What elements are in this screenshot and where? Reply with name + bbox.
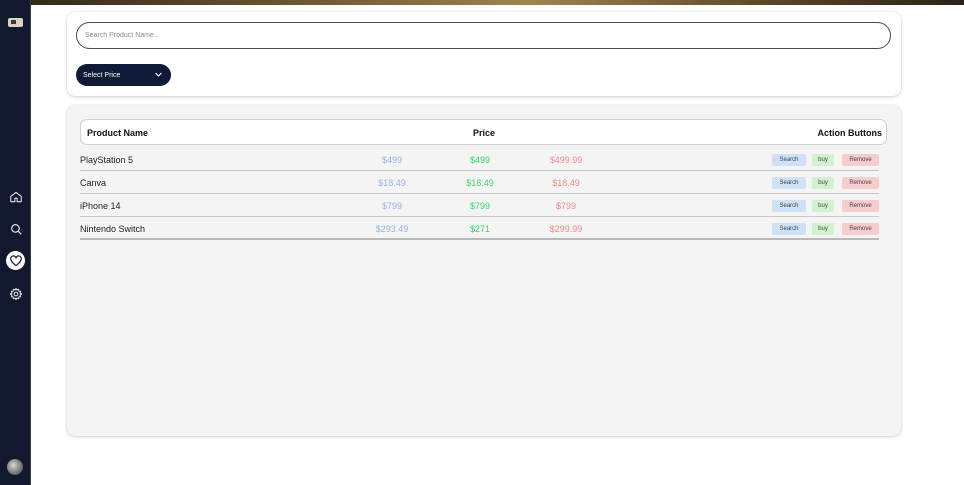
heart-icon: [9, 254, 22, 266]
products-table-panel: Product Name Price Action Buttons PlaySt…: [67, 105, 901, 436]
table-row: Nintendo Switch $293.49 $271 $299.99 Sea…: [80, 217, 879, 240]
app-logo: [8, 18, 23, 27]
buy-button[interactable]: buy: [812, 177, 834, 189]
search-button[interactable]: Search: [772, 154, 806, 166]
product-name: iPhone 14: [80, 201, 121, 211]
price-2: $499: [469, 155, 491, 165]
header-price: Price: [473, 128, 496, 138]
remove-button[interactable]: Remove: [842, 154, 879, 166]
buy-button[interactable]: buy: [812, 154, 834, 166]
search-button[interactable]: Search: [772, 177, 806, 189]
table-row: iPhone 14 $799 $799 $799 Search buy Remo…: [80, 194, 879, 217]
price-3: $799: [555, 201, 577, 211]
price-3: $18.49: [552, 178, 580, 188]
price-3: $499.99: [549, 155, 583, 165]
home-icon: [9, 191, 22, 202]
price-1: $499: [381, 155, 403, 165]
sidebar-item-settings[interactable]: [7, 285, 24, 302]
header-action-buttons: Action Buttons: [817, 128, 883, 138]
gear-icon: [9, 287, 22, 300]
search-button[interactable]: Search: [772, 200, 806, 212]
price-1: $293.49: [375, 224, 409, 234]
product-name: Canva: [80, 178, 107, 188]
search-button[interactable]: Search: [772, 223, 806, 235]
sidebar-item-search[interactable]: [7, 220, 24, 237]
remove-button[interactable]: Remove: [842, 223, 879, 235]
price-2: $18.49: [466, 178, 494, 188]
table-header: Product Name Price Action Buttons: [80, 119, 887, 145]
remove-button[interactable]: Remove: [842, 177, 879, 189]
price-2: $271: [469, 224, 491, 234]
price-1: $18.49: [378, 178, 406, 188]
sidebar-item-home[interactable]: [7, 188, 24, 205]
sidebar: [0, 0, 31, 485]
sidebar-item-favorites[interactable]: [6, 251, 25, 270]
search-panel: Select Price: [67, 12, 901, 96]
table-row: Canva $18.49 $18.49 $18.49 Search buy Re…: [80, 171, 879, 194]
header-product-name: Product Name: [87, 128, 149, 138]
search-icon: [10, 223, 22, 235]
buy-button[interactable]: buy: [812, 200, 834, 212]
price-1: $799: [381, 201, 403, 211]
top-background-strip: [0, 0, 964, 5]
buy-button[interactable]: buy: [812, 223, 834, 235]
product-name: PlayStation 5: [80, 155, 134, 165]
table-row: PlayStation 5 $499 $499 $499.99 Search b…: [80, 148, 879, 171]
user-avatar[interactable]: [7, 459, 23, 475]
chevron-down-icon: [155, 72, 162, 77]
price-3: $299.99: [549, 224, 583, 234]
remove-button[interactable]: Remove: [842, 200, 879, 212]
product-name: Nintendo Switch: [80, 224, 146, 234]
search-input[interactable]: [76, 22, 891, 49]
price-2: $799: [469, 201, 491, 211]
select-price-label: Select Price: [83, 71, 121, 79]
select-price-dropdown[interactable]: Select Price: [76, 64, 171, 86]
